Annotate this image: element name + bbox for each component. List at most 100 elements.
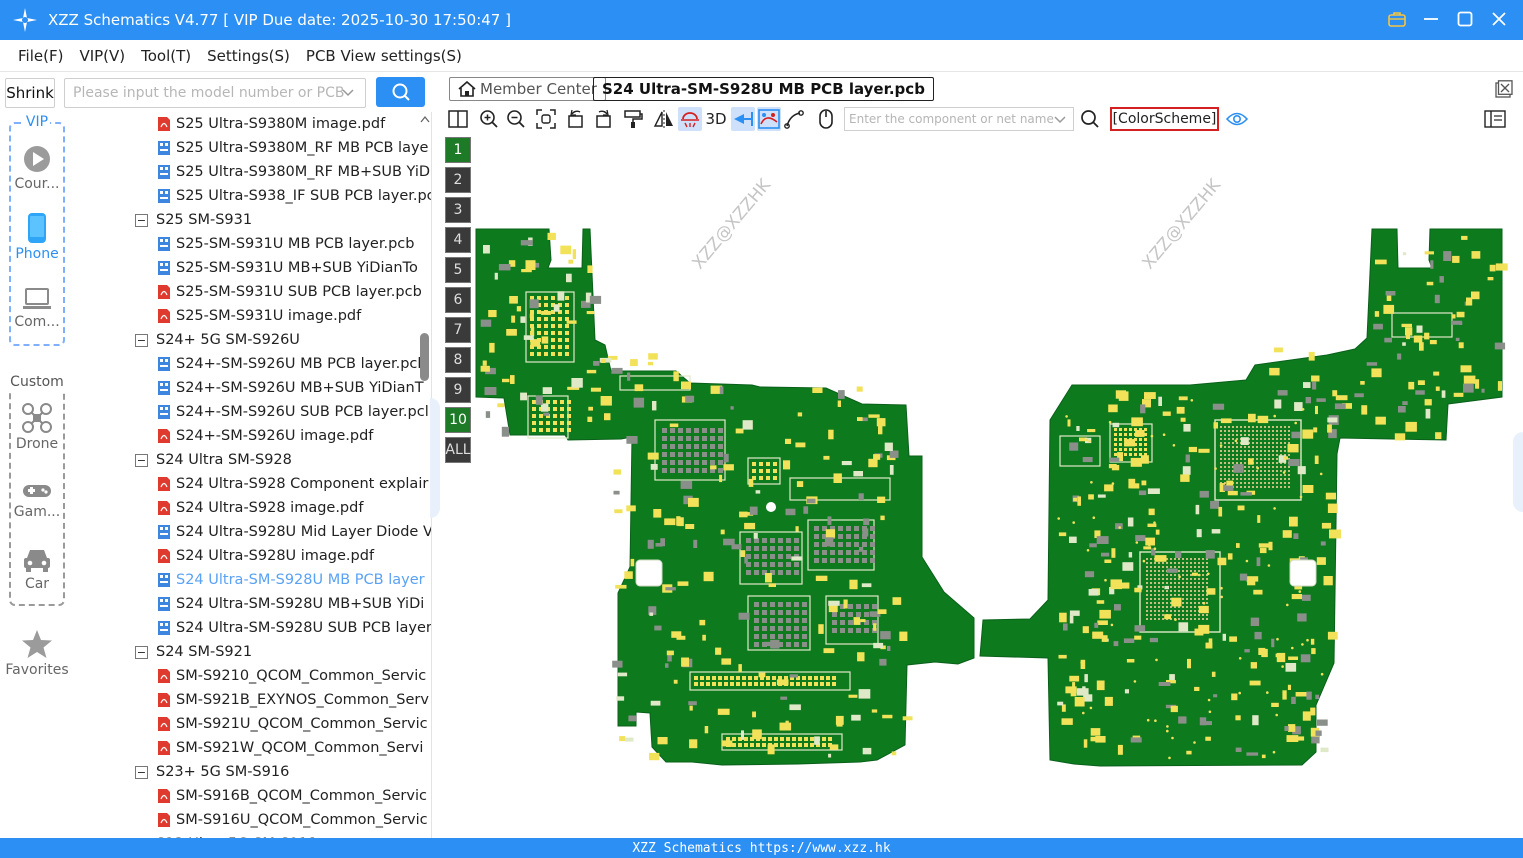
layer-button-9[interactable]: 9 [445,377,471,403]
smd-component[interactable] [560,245,572,255]
smd-component[interactable] [590,387,601,392]
bga-pad[interactable] [686,428,691,433]
pcb-board-right[interactable] [979,228,1503,767]
bga-pad[interactable] [1284,438,1286,440]
bga-pad[interactable] [1252,430,1254,432]
smd-component[interactable] [648,353,658,360]
bga-pad[interactable] [1194,606,1196,608]
smd-component[interactable] [776,679,789,686]
smd-component[interactable] [530,327,535,337]
bga-pad[interactable] [702,444,707,449]
bga-pad[interactable] [1182,578,1184,580]
smd-component[interactable] [884,442,893,451]
tree-file[interactable]: S24+-SM-S926U SUB PCB layer.pcl [157,400,429,424]
layer-button-all[interactable]: ALL [445,437,471,463]
bga-pad[interactable] [870,534,875,539]
format-painter-icon[interactable] [621,107,645,131]
bga-pad[interactable] [1154,566,1156,568]
bga-pad[interactable] [802,676,806,680]
smd-component[interactable] [796,481,804,487]
bga-pad[interactable] [1182,570,1184,572]
bga-pad[interactable] [702,468,707,473]
minimize-button[interactable] [1421,8,1441,30]
tab-member-center[interactable]: Member Center [449,77,606,101]
tree-file[interactable]: S24 Ultra-SM-S928U MB PCB layer [157,568,425,592]
bga-pad[interactable] [832,628,837,633]
bga-pad[interactable] [546,421,550,425]
bga-pad[interactable] [565,303,569,307]
bga-pad[interactable] [1154,578,1156,580]
bga-pad[interactable] [1284,442,1286,444]
bga-pad[interactable] [1224,470,1226,472]
smd-component[interactable] [1155,529,1160,535]
bga-pad[interactable] [1276,458,1278,460]
smd-component[interactable] [1481,388,1485,393]
smd-component[interactable] [824,537,834,547]
menu-settings[interactable]: Settings(S) [207,47,290,65]
bga-pad[interactable] [772,676,776,680]
smd-component[interactable] [868,414,880,418]
bga-pad[interactable] [662,468,667,473]
smd-component[interactable] [880,515,885,521]
smd-component[interactable] [1104,696,1113,706]
bga-pad[interactable] [1256,434,1258,436]
smd-component[interactable] [1108,404,1118,413]
bga-pad[interactable] [1224,478,1226,480]
bga-pad[interactable] [814,682,818,686]
smd-component[interactable] [873,454,881,460]
bga-pad[interactable] [1194,610,1196,612]
smd-component[interactable] [647,539,654,549]
bga-pad[interactable] [746,570,751,575]
bga-pad[interactable] [1170,594,1172,596]
bga-pad[interactable] [1166,562,1168,564]
smd-component[interactable] [748,478,754,487]
bga-pad[interactable] [762,602,767,607]
bga-pad[interactable] [1228,474,1230,476]
bga-pad[interactable] [1158,606,1160,608]
smd-component[interactable] [652,401,657,411]
bga-pad[interactable] [1272,454,1274,456]
smd-component[interactable] [1069,615,1074,624]
bga-pad[interactable] [1114,433,1117,436]
smd-component[interactable] [1088,589,1099,596]
bga-pad[interactable] [1198,602,1200,604]
bga-pad[interactable] [560,421,564,425]
bga-pad[interactable] [1186,618,1188,620]
smd-component[interactable] [1185,454,1190,463]
smd-component[interactable] [1375,259,1387,265]
bga-pad[interactable] [558,331,562,335]
bga-pad[interactable] [754,642,759,647]
smd-component[interactable] [861,583,872,588]
smd-component[interactable] [1229,636,1237,642]
smd-component[interactable] [791,556,803,561]
bga-pad[interactable] [1256,478,1258,480]
bga-pad[interactable] [539,414,543,418]
smd-component[interactable] [1261,648,1268,658]
highlight-net-icon[interactable] [678,107,702,131]
menu-tool[interactable]: Tool(T) [141,47,191,65]
bga-pad[interactable] [553,400,557,404]
smd-component[interactable] [630,359,638,367]
bga-pad[interactable] [1178,614,1180,616]
pcb-canvas[interactable]: XZZ@XZZHK XZZ@XZZHK [441,134,1523,838]
smd-component[interactable] [703,571,714,582]
bga-pad[interactable] [1119,443,1122,446]
eye-icon[interactable] [1225,107,1249,131]
bga-pad[interactable] [1202,594,1204,596]
smd-component[interactable] [1259,547,1267,554]
smd-component[interactable] [1134,635,1142,640]
bga-pad[interactable] [1264,434,1266,436]
smd-component[interactable] [1058,654,1067,659]
bga-pad[interactable] [1252,454,1254,456]
smd-component[interactable] [1334,403,1346,410]
tree-file[interactable]: S25 Ultra-S9380M_RF MB+SUB YiD [157,160,430,184]
bga-pad[interactable] [1166,574,1168,576]
smd-component[interactable] [1069,610,1080,616]
bga-pad[interactable] [1260,466,1262,468]
bga-pad[interactable] [1264,446,1266,448]
smd-component[interactable] [1302,711,1311,721]
smd-component[interactable] [1061,718,1073,725]
bga-pad[interactable] [1194,582,1196,584]
bga-pad[interactable] [702,436,707,441]
smd-component[interactable] [1082,686,1086,692]
